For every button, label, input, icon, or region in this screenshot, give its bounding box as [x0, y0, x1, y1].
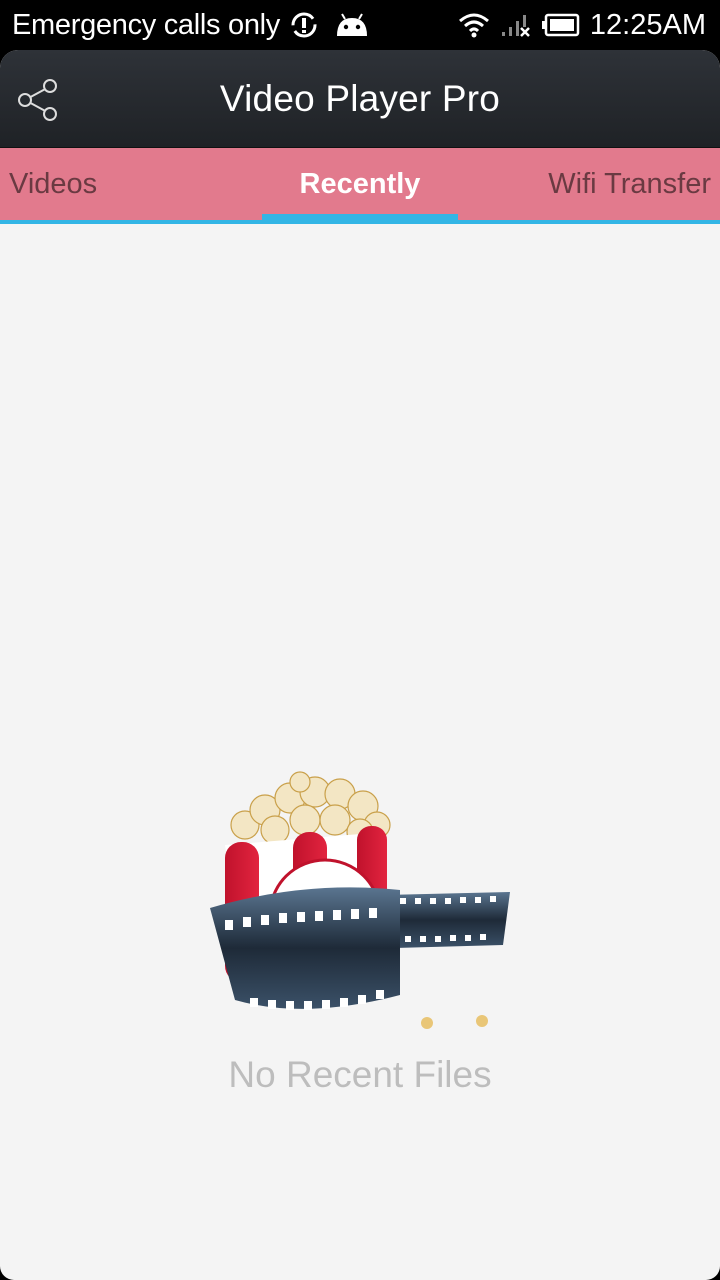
- popcorn-kernel: [421, 1017, 433, 1029]
- film-strip-wrap: [210, 887, 400, 1009]
- tab-bar: Videos Recently Wifi Transfer: [0, 148, 720, 224]
- wifi-icon: [458, 12, 490, 38]
- recent-files-content: POP No Recent Files: [0, 224, 720, 1280]
- tab-recently[interactable]: Recently: [262, 148, 458, 220]
- android-icon: [334, 11, 370, 39]
- tab-wifi-transfer[interactable]: Wifi Transfer: [548, 148, 711, 220]
- share-button[interactable]: [14, 76, 62, 124]
- carrier-text: Emergency calls only: [12, 8, 280, 41]
- clock: 12:25AM: [589, 8, 706, 41]
- app-title: Video Player Pro: [219, 77, 501, 119]
- empty-state-message: No Recent Files: [228, 1054, 492, 1095]
- app-window: Video Player Pro Videos Recently Wifi Tr…: [0, 50, 720, 1280]
- battery-icon: [541, 13, 580, 37]
- action-bar: Video Player Pro: [0, 50, 720, 148]
- signal-no-service-icon: [500, 12, 532, 38]
- share-icon: [18, 79, 57, 121]
- popcorn-film-reel-illustration: POP: [205, 770, 515, 1040]
- popcorn-kernel: [476, 1015, 488, 1027]
- tab-videos[interactable]: Videos: [9, 148, 97, 220]
- tab-selected-indicator: [262, 214, 458, 224]
- sync-alert-icon: [290, 11, 318, 39]
- status-bar: Emergency calls only 12:25AM: [0, 0, 720, 50]
